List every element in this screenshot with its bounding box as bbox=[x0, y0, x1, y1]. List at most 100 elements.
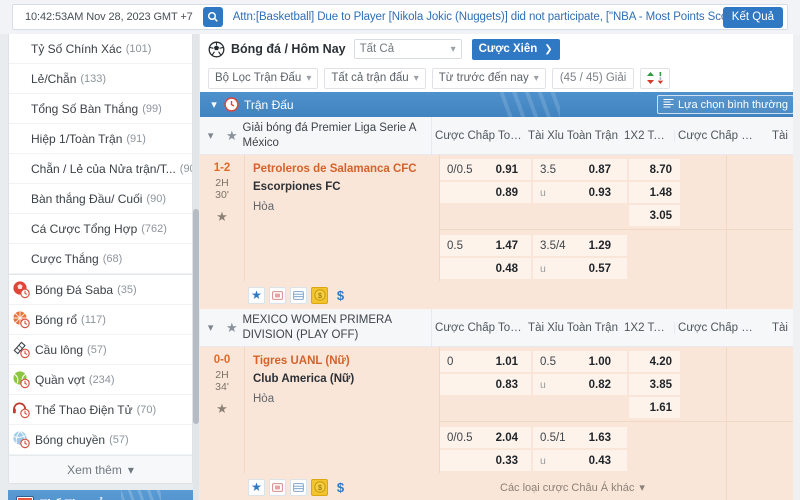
sidebar-item-bet-type[interactable]: Tỷ Số Chính Xác (101) bbox=[9, 34, 192, 64]
sidebar-item-bet-type[interactable]: Cược Thắng (68) bbox=[9, 244, 192, 274]
odds-cell[interactable]: u 0.57 bbox=[533, 258, 627, 279]
sidebar-item-label: Cầu lông bbox=[35, 342, 84, 357]
star-icon[interactable]: ★ bbox=[216, 401, 228, 417]
sidebar-scrollbar-thumb[interactable] bbox=[193, 209, 199, 424]
odds-row: 0/0.5 2.04 0.5/1 1.63 bbox=[440, 427, 800, 448]
odds-cell[interactable]: 0 1.01 bbox=[440, 351, 531, 372]
away-team[interactable]: Escorpiones FC bbox=[253, 179, 433, 197]
league-header[interactable]: ▾ ★ Giải bóng đá Premier Liga Serie A Méxi… bbox=[200, 117, 800, 155]
announcement-text: Attn:[Basketball] Due to Player [Nikola … bbox=[232, 11, 723, 23]
filter-time-range[interactable]: Từ trước đến nay ▾ bbox=[431, 67, 546, 89]
stats-icon[interactable] bbox=[290, 478, 307, 496]
star-icon[interactable]: ★ bbox=[248, 478, 265, 496]
match-score: 0-0 bbox=[213, 354, 231, 366]
odds-cell[interactable]: 1.48 bbox=[629, 182, 680, 203]
odds-price: 1.48 bbox=[649, 186, 672, 199]
league-select[interactable]: Tất Cả ▾ bbox=[353, 39, 462, 59]
results-button[interactable]: Kết Quả bbox=[722, 6, 783, 28]
sidebar-item-sport[interactable]: Bóng rổ (117) bbox=[9, 305, 192, 335]
odds-cell[interactable]: 1.61 bbox=[629, 397, 680, 418]
section-title: Trận Đấu bbox=[244, 97, 294, 112]
odds-cell[interactable]: u 0.93 bbox=[533, 182, 627, 203]
sidebar-item-count: (117) bbox=[81, 313, 106, 326]
league-header[interactable]: ▾ ★ MEXICO WOMEN PRIMERA DIVISION (PLAY OF… bbox=[200, 309, 800, 347]
other-asian-bets-button[interactable]: Các loại cược Châu Á khác ▾ bbox=[500, 481, 645, 494]
sidebar-item-bet-type[interactable]: Bàn thắng Đầu/ Cuối (90) bbox=[9, 184, 192, 214]
sidebar-item-sport[interactable]: Thể Thao Điện Tử (70) bbox=[9, 395, 192, 425]
odds-cell[interactable]: 0.5 1.47 bbox=[440, 235, 531, 256]
home-team[interactable]: Tigres UANL (Nữ) bbox=[253, 353, 433, 371]
sidebar-item-bet-type[interactable]: Hiệp 1/Toàn Trận (91) bbox=[9, 124, 192, 154]
parlay-button[interactable]: Cược Xiên ❯ bbox=[471, 38, 560, 60]
odds-row: 0/0.5 0.91 3.5 0.87 8.70 bbox=[440, 159, 800, 180]
odds-price: 1.01 bbox=[495, 355, 518, 368]
sidebar-item-bet-type[interactable]: Chẵn / Lẻ của Nửa trận/T...(90) bbox=[9, 154, 192, 184]
star-icon[interactable]: ★ bbox=[221, 309, 242, 346]
search-icon[interactable] bbox=[202, 7, 223, 27]
odds-cell[interactable]: 8.70 bbox=[629, 159, 680, 180]
odds-divider bbox=[440, 421, 800, 422]
chevron-down-icon[interactable]: ▾ bbox=[206, 98, 222, 111]
sort-asc-desc-icon[interactable] bbox=[640, 67, 671, 89]
odds-cell[interactable]: 0/0.5 2.04 bbox=[440, 427, 531, 448]
odds-cell[interactable]: 4.20 bbox=[629, 351, 680, 372]
chevron-down-icon: ▾ bbox=[413, 72, 419, 84]
odds-price: 0.89 bbox=[495, 186, 518, 199]
filter-all-matches[interactable]: Tất cả trận đấu ▾ bbox=[324, 67, 426, 89]
match-row: 0-0 2H 34' ★ Tigres UANL (Nữ) Club America (N… bbox=[200, 347, 800, 500]
sidebar-item-bet-type[interactable]: Cá Cược Tổng Hợp (762) bbox=[9, 214, 192, 244]
odds-price: 0.43 bbox=[588, 454, 611, 467]
sidebar-item-label: Thể Thao Điện Tử bbox=[35, 402, 133, 417]
sidebar-item-virtual-sports[interactable]: Thể Thao Ảo ▾ bbox=[8, 490, 193, 500]
odds-cell[interactable]: 0.5/1 1.63 bbox=[533, 427, 627, 448]
home-team[interactable]: Petroleros de Salamanca CFC bbox=[253, 161, 433, 179]
sidebar-item-sport[interactable]: Quần vợt (234) bbox=[9, 365, 192, 395]
filter-match-filter[interactable]: Bộ Lọc Trận Đấu ▾ bbox=[208, 67, 319, 89]
odds-cell[interactable]: 0.89 bbox=[440, 182, 531, 203]
main-scrollbar-track[interactable] bbox=[793, 34, 800, 500]
announcement-bar: 10:42:53AM Nov 28, 2023 GMT +7 Attn:[Bas… bbox=[12, 4, 788, 30]
bet-type-list: Tỷ Số Chính Xác (101) Lẻ/Chẵn (133) Tổng Số … bbox=[9, 34, 192, 274]
badminton-shuttlecock-icon bbox=[12, 340, 31, 359]
chevron-down-icon[interactable]: ▾ bbox=[200, 309, 221, 346]
odds-cell[interactable]: 0/0.5 0.91 bbox=[440, 159, 531, 180]
tv-icon[interactable] bbox=[269, 286, 286, 304]
odds-cell[interactable]: u 0.43 bbox=[533, 450, 627, 471]
sidebar-item-sport[interactable]: Bóng chuyền (57) bbox=[9, 425, 192, 455]
column-header-row: Cược Chấp Toà... Tài Xỉu Toàn Trận 1X2 Toà… bbox=[432, 117, 800, 154]
star-icon[interactable]: ★ bbox=[248, 286, 265, 304]
coin-icon[interactable]: $ bbox=[311, 478, 328, 496]
dollar-icon[interactable]: $ bbox=[332, 479, 349, 496]
star-icon[interactable]: ★ bbox=[216, 209, 228, 225]
dollar-icon[interactable]: $ bbox=[332, 287, 349, 304]
odds-cell[interactable]: u 0.82 bbox=[533, 374, 627, 395]
see-more-button[interactable]: Xem thêm ▾ bbox=[9, 455, 192, 483]
away-team[interactable]: Club America (Nữ) bbox=[253, 371, 433, 389]
chevron-down-icon[interactable]: ▾ bbox=[200, 117, 221, 154]
odds-cell[interactable]: 0.48 bbox=[440, 258, 531, 279]
odds-cell[interactable]: 0.33 bbox=[440, 450, 531, 471]
sidebar-item-bet-type[interactable]: Lẻ/Chẵn (133) bbox=[9, 64, 192, 94]
odds-cell[interactable]: 0.5 1.00 bbox=[533, 351, 627, 372]
odds-row: 0.48 u 0.57 bbox=[440, 258, 800, 279]
league-name: MEXICO WOMEN PRIMERA DIVISION (PLAY OFF) bbox=[243, 309, 433, 346]
odds-cell[interactable]: 3.5 0.87 bbox=[533, 159, 627, 180]
coin-icon[interactable]: $ bbox=[311, 286, 328, 304]
esports-headset-icon bbox=[12, 400, 31, 419]
view-mode-button[interactable]: Lựa chọn bình thường bbox=[656, 95, 794, 114]
odds-line: 3.5/4 bbox=[540, 239, 566, 252]
sidebar-item-sport[interactable]: Cầu lông (57) bbox=[9, 335, 192, 365]
stats-icon[interactable] bbox=[290, 286, 307, 304]
sidebar-item-bet-type[interactable]: Tổng Số Bàn Thắng (99) bbox=[9, 94, 192, 124]
star-icon[interactable]: ★ bbox=[221, 117, 242, 154]
odds-price: 0.57 bbox=[588, 262, 611, 275]
odds-cell[interactable]: 3.85 bbox=[629, 374, 680, 395]
odds-price: 2.04 bbox=[495, 431, 518, 444]
tv-icon[interactable] bbox=[269, 478, 286, 496]
sidebar-item-sport[interactable]: Bóng Đá Saba (35) bbox=[9, 275, 192, 305]
odds-cell[interactable]: 3.5/4 1.29 bbox=[533, 235, 627, 256]
odds-cell[interactable]: 3.05 bbox=[629, 205, 680, 226]
odds-cell[interactable]: 0.83 bbox=[440, 374, 531, 395]
sidebar-item-label: Tổng Số Bàn Thắng bbox=[31, 101, 139, 116]
svg-text:$: $ bbox=[318, 293, 322, 300]
